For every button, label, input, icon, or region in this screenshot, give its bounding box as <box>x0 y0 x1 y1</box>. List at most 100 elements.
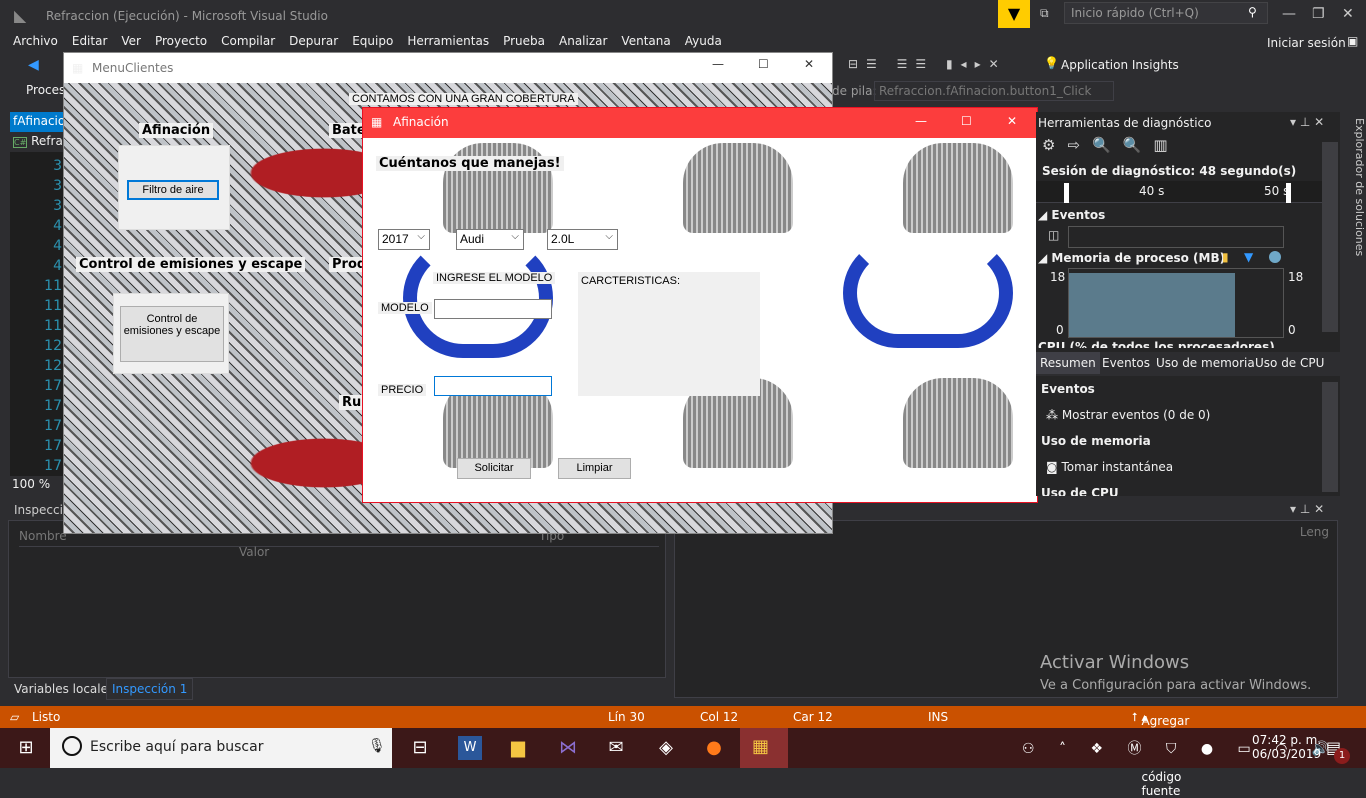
events-section[interactable]: ◢ Eventos <box>1038 208 1105 222</box>
events-icon: ⁂ <box>1046 408 1058 422</box>
engine-dropdown[interactable]: 2.0L ⌵ <box>547 229 618 250</box>
tab-uso-memoria[interactable]: Uso de memoria <box>1156 356 1255 370</box>
panel-controls-icon[interactable]: ▾ ⊥ ✕ <box>1290 115 1324 129</box>
filtro-de-aire-button[interactable]: Filtro de aire <box>127 180 219 200</box>
windows-start-icon[interactable]: ⊞ <box>14 736 38 760</box>
price-input[interactable] <box>434 376 552 396</box>
afinacion-close[interactable]: ✕ <box>1007 114 1017 128</box>
chevron-down-icon: ⌵ <box>511 231 519 242</box>
back-icon[interactable]: ◀ <box>28 57 39 73</box>
debug-toolbar-icons[interactable]: ⊟☰ ☰☰ ▮◂▸✕ <box>848 57 1007 71</box>
pause-icon[interactable]: ◫ <box>1048 228 1059 242</box>
visual-studio-icon[interactable]: ⋈ <box>556 736 580 760</box>
app-icon: ▦ <box>72 61 84 75</box>
gc-marker-icon: ▼ <box>1244 250 1254 264</box>
tab-fafinacion[interactable]: fAfinacion <box>10 112 66 132</box>
app-icon: ▦ <box>371 115 383 129</box>
menu-depurar[interactable]: Depurar <box>282 32 345 50</box>
column-nombre[interactable]: Nombre <box>19 529 67 543</box>
summary-scrollbar[interactable] <box>1322 382 1338 492</box>
menu-analizar[interactable]: Analizar <box>552 32 614 50</box>
clock[interactable]: 07:42 p. m. 06/03/2019 <box>1252 733 1321 761</box>
menu-archivo[interactable]: Archivo <box>6 32 65 50</box>
status-col: Col 12 <box>700 710 739 724</box>
window-title: Refraccion (Ejecución) - Microsoft Visua… <box>46 9 328 23</box>
tab-variables-locales[interactable]: Variables locales <box>14 682 114 696</box>
panel-controls-icon[interactable]: ▾ ⊥ ✕ <box>1290 502 1324 516</box>
chevron-down-icon: ⌵ <box>417 231 425 242</box>
menu-compilar[interactable]: Compilar <box>214 32 282 50</box>
afinacion-window: Afinación ▦ — ☐ ✕ Cuéntanos que manejas!… <box>362 107 1038 503</box>
summary-events-heading: Eventos <box>1041 382 1095 396</box>
afinacion-minimize[interactable]: — <box>915 114 927 128</box>
file-explorer-icon[interactable]: ▆ <box>506 736 530 760</box>
menu-ver[interactable]: Ver <box>114 32 148 50</box>
range-start-handle[interactable] <box>1064 183 1069 203</box>
lightbulb-icon: 💡 <box>1044 56 1059 70</box>
brand-dropdown[interactable]: Audi ⌵ <box>456 229 524 250</box>
menuclientes-minimize[interactable]: — <box>712 57 724 71</box>
menu-ayuda[interactable]: Ayuda <box>678 32 729 50</box>
menuclientes-title: MenuClientes <box>92 61 174 75</box>
feedback-filter-icon[interactable]: ▼ <box>998 0 1030 28</box>
limpiar-button[interactable]: Limpiar <box>558 458 631 479</box>
application-insights-button[interactable]: Application Insights <box>1061 58 1179 72</box>
show-events-link[interactable]: ⁂ Mostrar eventos (0 de 0) <box>1046 408 1210 422</box>
close-button[interactable]: ✕ <box>1342 6 1354 22</box>
tab-resumen[interactable]: Resumen <box>1036 352 1100 374</box>
session-duration: Sesión de diagnóstico: 48 segundo(s) <box>1042 164 1297 178</box>
firefox-icon[interactable]: ● <box>702 736 726 760</box>
solicitar-button[interactable]: Solicitar <box>457 458 531 479</box>
source-control-button[interactable]: ⭡ Agregar al control de código fuente ▴ <box>1132 710 1189 798</box>
menuclientes-maximize[interactable]: ☐ <box>758 57 769 71</box>
unity-icon[interactable]: ◈ <box>654 736 678 760</box>
refraccion-app-taskbar-button[interactable]: ▦ <box>740 728 788 768</box>
word-icon[interactable]: W <box>458 736 482 760</box>
menu-herramientas[interactable]: Herramientas <box>400 32 496 50</box>
afinacion-maximize[interactable]: ☐ <box>961 114 972 128</box>
status-ready: Listo <box>32 710 61 724</box>
menu-prueba[interactable]: Prueba <box>496 32 552 50</box>
mem-min-right: 0 <box>1288 323 1296 337</box>
minimize-button[interactable]: — <box>1282 6 1296 22</box>
taskbar-search-input[interactable]: Escribe aquí para buscar 🎙 <box>50 728 392 768</box>
task-view-icon[interactable]: ⊟ <box>408 736 432 760</box>
menu-equipo[interactable]: Equipo <box>345 32 400 50</box>
sign-in-link[interactable]: Iniciar sesión <box>1260 34 1353 52</box>
diagnostic-scrollbar[interactable] <box>1322 142 1338 332</box>
label-control-emisiones: Control de emisiones y escape <box>76 257 306 272</box>
timeline-ruler[interactable]: 40 s 50 s <box>1036 181 1322 203</box>
diagnostic-toolbar-icons[interactable]: ⚙⇨🔍🔍▥ <box>1042 136 1180 154</box>
tab-inspeccion-1[interactable]: Inspección 1 <box>106 678 194 700</box>
take-snapshot-button[interactable]: ◙ Tomar instantánea <box>1046 460 1173 474</box>
menu-ventana[interactable]: Ventana <box>614 32 677 50</box>
solution-explorer-tab[interactable]: Explorador de soluciones <box>1342 112 1366 312</box>
zoom-level[interactable]: 100 % <box>12 477 50 491</box>
notifications-icon[interactable]: ⧉ <box>1040 6 1049 21</box>
quick-launch-input[interactable]: Inicio rápido (Ctrl+Q) <box>1064 2 1268 24</box>
model-input[interactable] <box>434 299 552 319</box>
year-dropdown[interactable]: 2017 ⌵ <box>378 229 430 250</box>
memory-legend-icon <box>1269 251 1281 263</box>
column-valor[interactable]: Valor <box>239 545 269 559</box>
stack-frame-dropdown[interactable]: Refraccion.fAfinacion.button1_Click <box>874 81 1114 101</box>
status-line: Lín 30 <box>608 710 645 724</box>
emisiones-group: Control de emisiones y escape <box>113 293 229 374</box>
menuclientes-close[interactable]: ✕ <box>804 57 814 71</box>
tab-uso-cpu[interactable]: Uso de CPU <box>1255 356 1324 370</box>
tab-eventos[interactable]: Eventos <box>1102 356 1150 370</box>
range-end-handle[interactable] <box>1286 183 1291 203</box>
menu-editar[interactable]: Editar <box>65 32 115 50</box>
output-panel: Leng <box>674 520 1338 698</box>
account-icon[interactable]: ▣ <box>1340 32 1365 50</box>
file-dropdown[interactable]: C# Refraccion <box>10 132 66 152</box>
control-emisiones-button[interactable]: Control de emisiones y escape <box>120 306 224 362</box>
app-icon: ▦ <box>752 736 770 757</box>
memory-section[interactable]: ◢ Memoria de proceso (MB) <box>1038 251 1225 265</box>
cpu-section[interactable]: CPU (% de todos los procesadores) <box>1038 340 1275 348</box>
menu-proyecto[interactable]: Proyecto <box>148 32 214 50</box>
microphone-icon[interactable]: 🎙 <box>368 738 386 754</box>
mail-icon[interactable]: ✉ <box>604 736 628 760</box>
restore-button[interactable]: ❐ <box>1312 6 1325 22</box>
clock-date: 06/03/2019 <box>1252 747 1322 761</box>
